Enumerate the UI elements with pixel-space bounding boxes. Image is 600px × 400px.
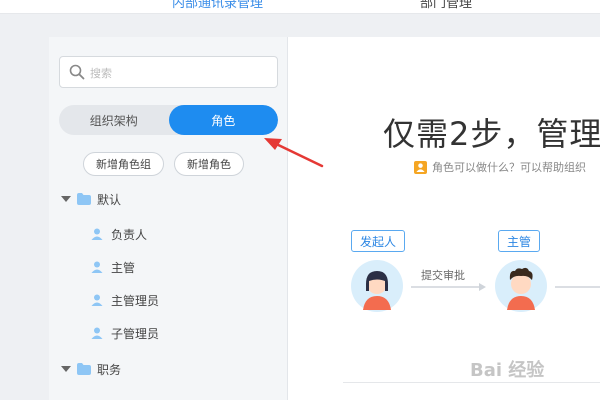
tree-group[interactable]: 职务 (61, 357, 121, 381)
view-toggle: 组织架构 角色 (59, 105, 278, 135)
divider (343, 382, 600, 383)
nav-item-departments[interactable]: 部门管理 (420, 0, 472, 11)
flow-step-supervisor-tag: 主管 (498, 230, 541, 252)
role-actions: 新增角色组 新增角色 (83, 152, 244, 176)
page-headline: 仅需2步，管理 (383, 115, 600, 153)
main-panel: 仅需2步，管理 角色可以做什么？可以帮助组织 发起人 提交审批 主管 (288, 37, 600, 400)
nav-item-contacts[interactable]: 内部通讯录管理 (172, 0, 263, 11)
intro-text: 角色可以做什么？可以帮助组织 (414, 159, 586, 175)
flow-arrow-icon (411, 283, 486, 291)
tree-item[interactable]: 主管理员 (91, 288, 159, 312)
tree-group-label: 职务 (97, 362, 122, 377)
tree-item-label: 负责人 (111, 227, 148, 242)
tree-item[interactable]: 子管理员 (91, 321, 159, 345)
tab-org-structure[interactable]: 组织架构 (59, 105, 169, 135)
search-box[interactable] (59, 56, 278, 88)
top-nav: 内部通讯录管理 部门管理 (0, 0, 600, 14)
person-icon (91, 261, 103, 273)
flow-step-initiator-tag: 发起人 (351, 230, 406, 252)
sidebar: 组织架构 角色 新增角色组 新增角色 默认 负责人 主管 主管理员 子管理员 (49, 37, 288, 400)
flow-arrow-icon (555, 286, 600, 288)
tree-item[interactable]: 主管 (91, 255, 135, 279)
initiator-avatar (351, 260, 403, 312)
person-icon (91, 327, 103, 339)
search-input[interactable] (90, 63, 270, 83)
tree-item-label: 子管理员 (111, 326, 160, 341)
caret-down-icon[interactable] (61, 364, 71, 374)
intro-text-label: 角色可以做什么？可以帮助组织 (432, 161, 586, 174)
tree-item-label: 主管理员 (111, 293, 160, 308)
tree-item[interactable]: 负责人 (91, 222, 147, 246)
person-icon (91, 228, 103, 240)
folder-icon (77, 363, 91, 375)
tree-item-label: 主管 (111, 260, 136, 275)
person-icon (91, 294, 103, 306)
user-badge-icon (414, 160, 427, 174)
supervisor-avatar (495, 260, 547, 312)
flow-action-label: 提交审批 (421, 269, 465, 282)
add-role-group-button[interactable]: 新增角色组 (83, 152, 164, 176)
add-role-button[interactable]: 新增角色 (174, 152, 244, 176)
search-icon (69, 64, 85, 80)
watermark: Bai 经验 (470, 360, 545, 381)
caret-down-icon[interactable] (61, 194, 71, 204)
tab-roles[interactable]: 角色 (168, 105, 278, 135)
folder-icon (77, 193, 91, 205)
tree-group-label: 默认 (97, 192, 122, 207)
tree-group[interactable]: 默认 (61, 187, 121, 211)
